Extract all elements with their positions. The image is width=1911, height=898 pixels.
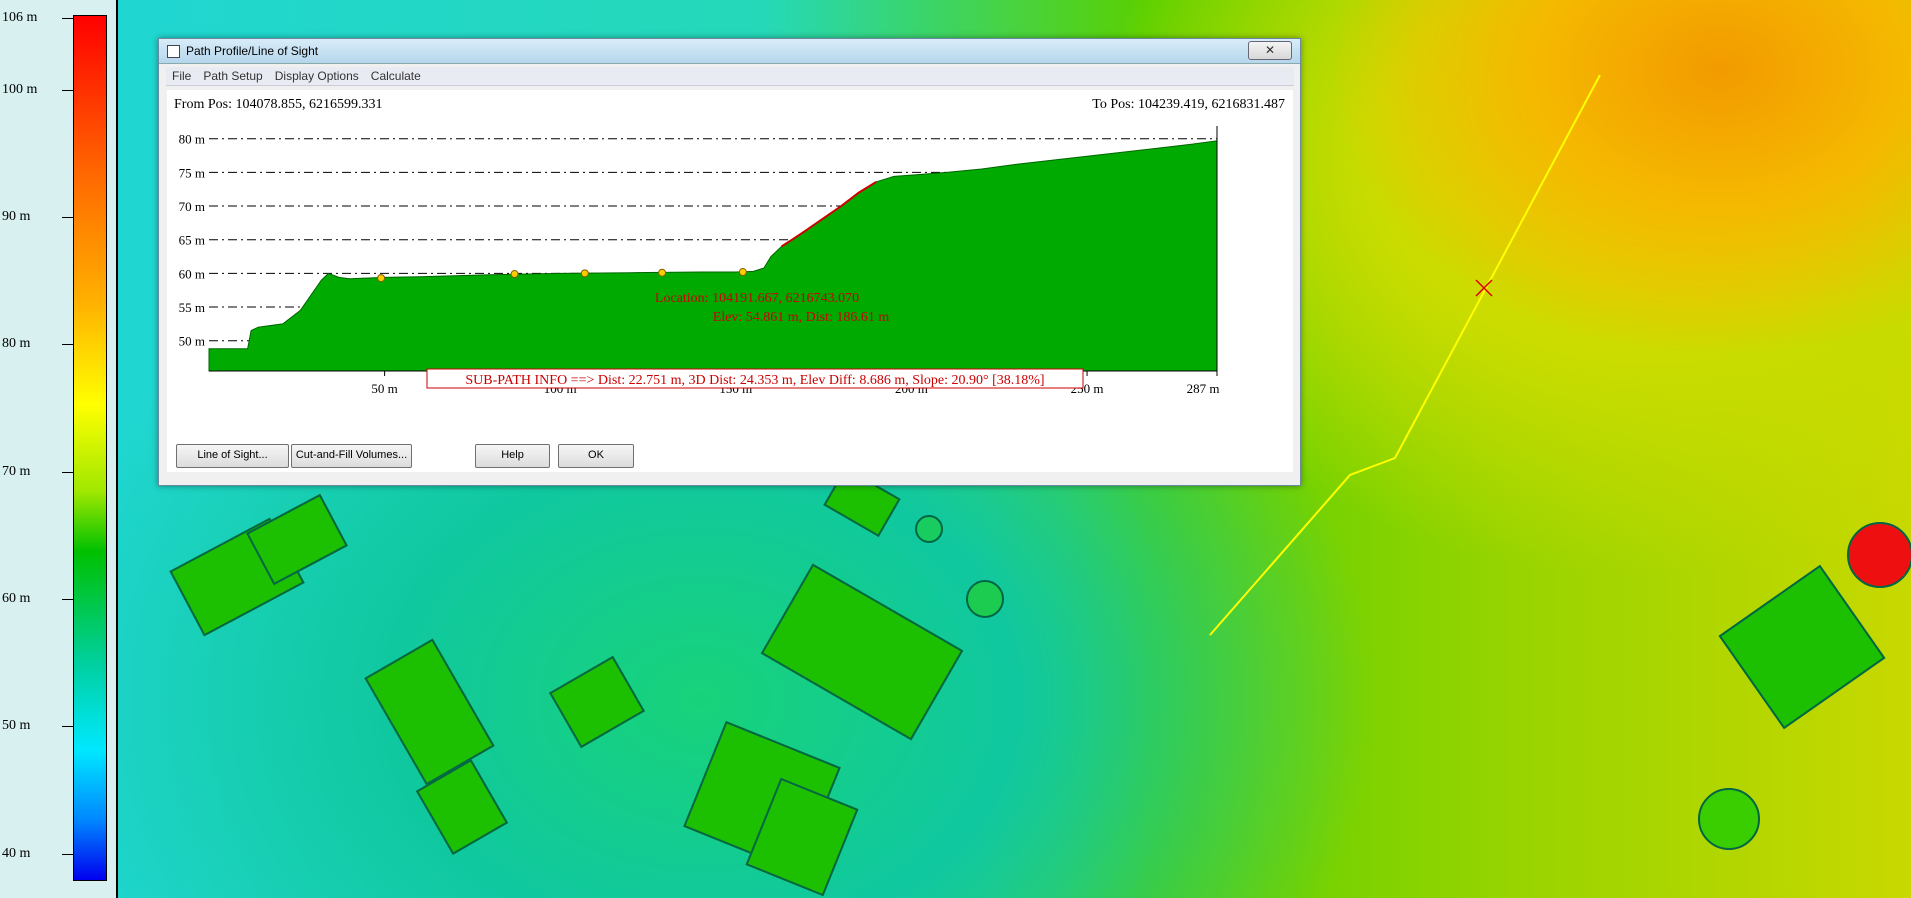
legend-tick (62, 599, 73, 600)
x-tick-label: 287 m (1187, 381, 1220, 396)
terrain-profile-area (208, 140, 1218, 372)
dialog-title: Path Profile/Line of Sight (186, 44, 319, 58)
legend-label-100: 100 m (2, 82, 38, 97)
path-profile-dialog[interactable]: Path Profile/Line of Sight ✕ File Path Se… (158, 38, 1301, 486)
y-tick-label: 55 m (179, 300, 205, 315)
legend-label-80: 80 m (2, 336, 31, 351)
from-position-label: From Pos: 104078.855, 6216599.331 (174, 97, 383, 112)
legend-label-90: 90 m (2, 209, 31, 224)
window-icon (167, 45, 180, 58)
elevation-legend: 106 m 100 m 90 m 80 m 70 m 60 m 50 m 40 … (0, 0, 118, 898)
subpath-info-label: SUB-PATH INFO ==> Dist: 22.751 m, 3D Dis… (465, 373, 1044, 388)
profile-chart-area[interactable]: 80 m75 m70 m65 m60 m55 m50 m50 m100 m150… (167, 90, 1293, 472)
legend-label-70: 70 m (2, 464, 31, 479)
y-tick-label: 70 m (179, 199, 205, 214)
menu-display-options[interactable]: Display Options (269, 67, 365, 85)
profile-marker[interactable] (658, 268, 667, 277)
legend-tick (62, 90, 73, 91)
area-layer (208, 140, 1218, 372)
close-button[interactable]: ✕ (1248, 41, 1292, 60)
ok-button[interactable]: OK (558, 444, 634, 468)
y-tick-label: 75 m (179, 165, 205, 180)
y-tick-label: 60 m (179, 266, 205, 281)
legend-color-bar (73, 15, 107, 881)
to-position-label: To Pos: 104239.419, 6216831.487 (1092, 97, 1285, 112)
legend-label-40: 40 m (2, 846, 31, 861)
menu-calculate[interactable]: Calculate (365, 67, 427, 85)
legend-label-50: 50 m (2, 718, 31, 733)
profile-marker[interactable] (377, 274, 386, 283)
profile-chart[interactable]: 80 m75 m70 m65 m60 m55 m50 m50 m100 m150… (167, 90, 1293, 472)
legend-tick (62, 18, 73, 19)
profile-marker[interactable] (580, 269, 589, 278)
x-tick-label: 50 m (371, 381, 397, 396)
legend-tick (62, 344, 73, 345)
help-button[interactable]: Help (475, 444, 550, 468)
legend-tick (62, 726, 73, 727)
legend-label-106: 106 m (2, 10, 38, 25)
menu-path-setup[interactable]: Path Setup (197, 67, 268, 85)
y-tick-label: 50 m (179, 334, 205, 349)
dialog-titlebar[interactable]: Path Profile/Line of Sight ✕ (159, 39, 1300, 64)
line-of-sight-button[interactable]: Line of Sight... (176, 444, 289, 468)
profile-marker[interactable] (510, 270, 519, 279)
legend-tick (62, 217, 73, 218)
cursor-location-label: Location: 104191.667, 6216743.070 (655, 291, 859, 306)
legend-label-60: 60 m (2, 591, 31, 606)
menu-file[interactable]: File (166, 67, 197, 85)
cursor-elev-label: Elev: 54.861 m, Dist: 186.61 m (713, 310, 890, 325)
legend-tick (62, 472, 73, 473)
profile-marker[interactable] (738, 268, 747, 277)
menu-bar: File Path Setup Display Options Calculate (166, 67, 1294, 86)
y-tick-label: 65 m (179, 233, 205, 248)
y-tick-label: 80 m (179, 132, 205, 147)
cut-and-fill-button[interactable]: Cut-and-Fill Volumes... (291, 444, 412, 468)
legend-tick (62, 854, 73, 855)
